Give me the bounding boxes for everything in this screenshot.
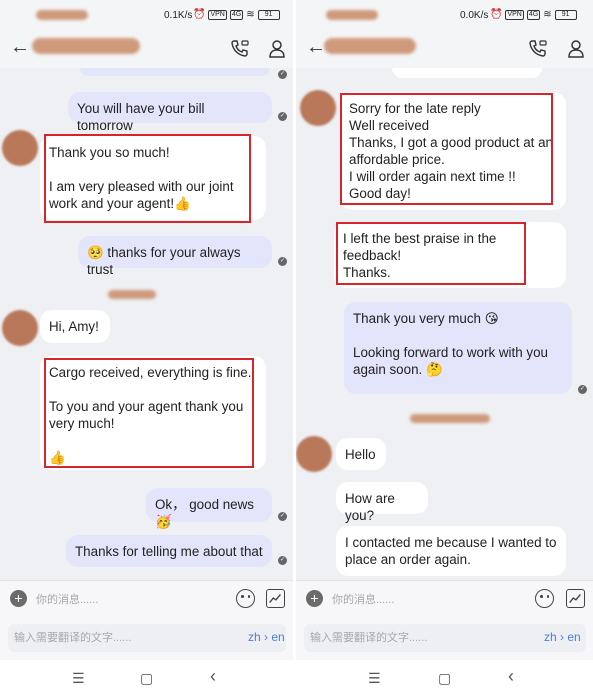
language-toggle[interactable]: zh › en bbox=[248, 630, 285, 644]
translate-input[interactable]: 输入需要翻译的文字...... bbox=[8, 624, 286, 652]
network-speed: 0.1K/s bbox=[164, 10, 193, 21]
alarm-icon: ⏰ bbox=[490, 9, 503, 20]
battery-icon: 91 bbox=[554, 9, 577, 20]
plus-circle-icon[interactable]: + bbox=[306, 590, 323, 607]
battery-icon: 91 bbox=[257, 9, 280, 20]
status-bar: 0.0K/s ⏰ VPN 4G ≋ 91 bbox=[296, 0, 593, 30]
phone-video-icon[interactable] bbox=[230, 38, 250, 58]
message-bubble-incoming[interactable]: I left the best praise in the feedback! … bbox=[334, 222, 566, 288]
wifi-icon: ≋ bbox=[246, 9, 255, 20]
read-check-icon: ✓ bbox=[278, 556, 287, 565]
message-bubble-outgoing[interactable]: You will have your bill tomorrow bbox=[68, 92, 272, 133]
menu-icon[interactable]: ☰ bbox=[72, 670, 85, 687]
read-check-icon: ✓ bbox=[278, 70, 287, 79]
alarm-icon: ⏰ bbox=[193, 9, 206, 20]
contact-avatar bbox=[296, 436, 332, 472]
phone-video-icon[interactable] bbox=[528, 38, 548, 58]
redacted-timestamp bbox=[108, 290, 156, 299]
back-icon[interactable]: ‹ bbox=[210, 666, 216, 687]
status-icons: ⏰ VPN 4G ≋ 91 bbox=[490, 9, 577, 20]
wifi-icon: ≋ bbox=[543, 9, 552, 20]
plus-circle-icon[interactable]: + bbox=[10, 590, 27, 607]
message-bubble-incoming[interactable]: Cargo received, everything is fine. To y… bbox=[40, 356, 266, 470]
message-input[interactable]: 你的消息...... bbox=[36, 591, 98, 607]
home-icon[interactable]: ▢ bbox=[438, 670, 451, 687]
message-input-bar: + 你的消息...... bbox=[296, 580, 593, 616]
signal-icon: 4G bbox=[229, 9, 244, 20]
status-bar: 0.1K/s ⏰ VPN 4G ≋ 91 bbox=[0, 0, 293, 30]
read-check-icon: ✓ bbox=[578, 385, 587, 394]
system-nav-bar: ☰ ▢ ‹ bbox=[0, 660, 293, 698]
redacted-carrier bbox=[36, 10, 88, 20]
message-bubble-partial bbox=[80, 68, 270, 76]
chat-header: ← bbox=[0, 30, 293, 68]
signal-icon: 4G bbox=[526, 9, 541, 20]
redacted-carrier bbox=[326, 10, 378, 20]
message-bubble-outgoing[interactable]: Thank you very much 😘 Looking forward to… bbox=[344, 302, 572, 394]
back-icon[interactable]: ‹ bbox=[508, 666, 514, 687]
chat-header: ← bbox=[296, 30, 593, 68]
redacted-contact-name bbox=[324, 38, 416, 54]
message-bubble-incoming[interactable]: How are you? bbox=[336, 482, 428, 523]
redacted-timestamp bbox=[410, 414, 490, 423]
arrow-left-icon[interactable]: ← bbox=[10, 36, 30, 59]
read-check-icon: ✓ bbox=[278, 512, 287, 521]
message-bubble-partial bbox=[392, 68, 542, 78]
chat-panel-right: 0.0K/s ⏰ VPN 4G ≋ 91 ← Sorry for the lat… bbox=[296, 0, 593, 698]
contact-avatar bbox=[2, 310, 38, 346]
message-bubble-outgoing[interactable]: Ok， good news 🥳 bbox=[146, 488, 272, 529]
screenshot-collage: 0.1K/s ⏰ VPN 4G ≋ 91 ← ✓ You will have y… bbox=[0, 0, 593, 698]
smiley-icon[interactable] bbox=[236, 589, 255, 608]
smiley-icon[interactable] bbox=[535, 589, 554, 608]
chat-panel-left: 0.1K/s ⏰ VPN 4G ≋ 91 ← ✓ You will have y… bbox=[0, 0, 293, 698]
message-bubble-incoming[interactable]: Hello bbox=[336, 438, 386, 470]
language-toggle[interactable]: zh › en bbox=[544, 630, 581, 644]
contact-avatar bbox=[2, 130, 38, 166]
chart-icon[interactable] bbox=[266, 589, 285, 608]
vpn-icon: VPN bbox=[505, 9, 524, 20]
message-bubble-incoming[interactable]: I contacted me because I wanted to place… bbox=[336, 526, 566, 576]
read-check-icon: ✓ bbox=[278, 257, 287, 266]
translate-bar: 输入需要翻译的文字...... zh › en bbox=[0, 616, 293, 660]
message-bubble-incoming[interactable]: Sorry for the late reply Well received T… bbox=[340, 92, 566, 210]
system-nav-bar: ☰ ▢ ‹ bbox=[296, 660, 593, 698]
read-check-icon: ✓ bbox=[278, 112, 287, 121]
person-icon[interactable] bbox=[267, 38, 287, 58]
message-bubble-incoming[interactable]: Thank you so much! I am very pleased wit… bbox=[40, 136, 266, 220]
arrow-left-icon[interactable]: ← bbox=[306, 36, 326, 59]
message-input-bar: + 你的消息...... bbox=[0, 580, 293, 616]
chart-icon[interactable] bbox=[566, 589, 585, 608]
network-speed: 0.0K/s bbox=[460, 10, 489, 21]
contact-avatar bbox=[300, 90, 336, 126]
home-icon[interactable]: ▢ bbox=[140, 670, 153, 687]
message-bubble-incoming[interactable]: Hi, Amy! bbox=[40, 310, 110, 343]
redacted-contact-name bbox=[32, 38, 140, 54]
message-bubble-outgoing[interactable]: Thanks for telling me about that bbox=[66, 535, 272, 567]
translate-bar: 输入需要翻译的文字...... zh › en bbox=[296, 616, 593, 660]
menu-icon[interactable]: ☰ bbox=[368, 670, 381, 687]
message-input[interactable]: 你的消息...... bbox=[332, 591, 394, 607]
vpn-icon: VPN bbox=[208, 9, 227, 20]
message-bubble-outgoing[interactable]: 🥺 thanks for your always trust bbox=[78, 236, 272, 277]
status-icons: ⏰ VPN 4G ≋ 91 bbox=[193, 9, 280, 20]
person-icon[interactable] bbox=[566, 38, 586, 58]
